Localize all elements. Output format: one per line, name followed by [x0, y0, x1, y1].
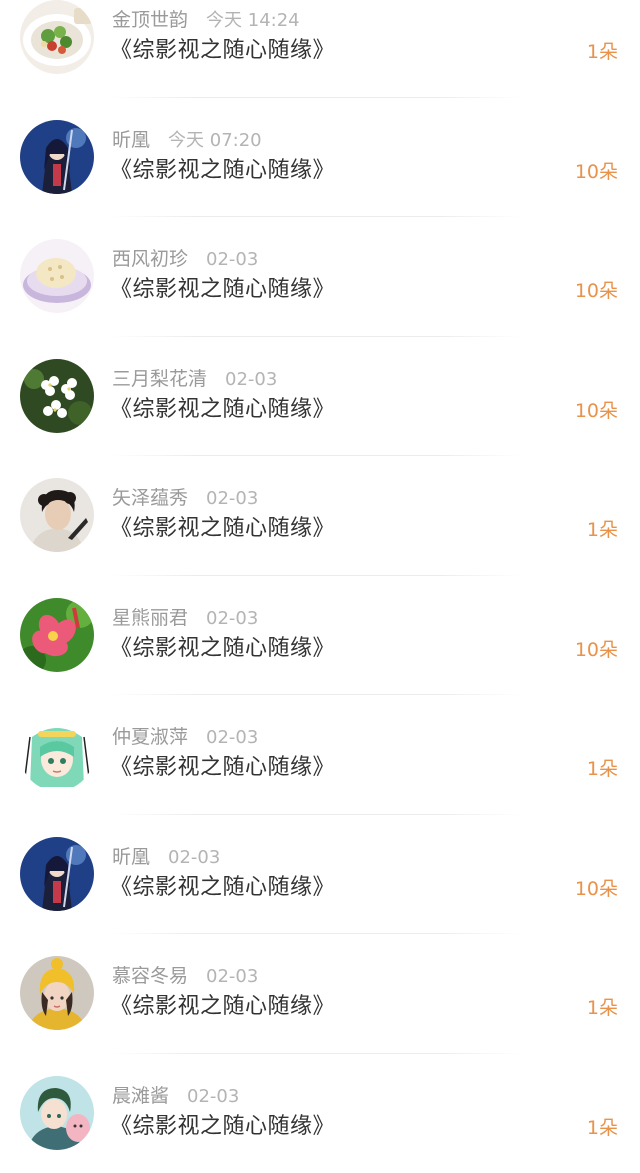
list-item[interactable]: 西风初珍 02-03 《综影视之随心随缘》 10朵: [0, 217, 640, 337]
timestamp: 02-03: [206, 727, 258, 748]
username[interactable]: 三月梨花清: [112, 368, 207, 390]
comment-text[interactable]: 《综影视之随心随缘》: [110, 275, 335, 305]
salad-dish-avatar[interactable]: [20, 0, 94, 74]
username[interactable]: 西风初珍: [112, 248, 188, 270]
timestamp: 02-03: [206, 488, 258, 509]
comment-text[interactable]: 《综影视之随心随缘》: [110, 992, 335, 1022]
comment-meta: 西风初珍 02-03: [112, 247, 258, 272]
list-item[interactable]: 昕凰 02-03 《综影视之随心随缘》 10朵: [0, 815, 640, 935]
list-item[interactable]: 矢泽蕴秀 02-03 《综影视之随心随缘》 1朵: [0, 456, 640, 576]
comment-meta: 矢泽蕴秀 02-03: [112, 486, 258, 511]
timestamp: 今天 14:24: [206, 10, 300, 31]
timestamp: 今天 07:20: [168, 130, 262, 151]
anime-green-hair-avatar[interactable]: [20, 717, 94, 791]
white-blossoms-avatar[interactable]: [20, 359, 94, 433]
comment-text[interactable]: 《综影视之随心随缘》: [110, 395, 335, 425]
gift-count: 1朵: [587, 1114, 618, 1142]
comment-meta: 三月梨花清 02-03: [112, 367, 277, 392]
anime-boy-avatar[interactable]: [20, 1076, 94, 1150]
comment-meta: 慕容冬易 02-03: [112, 964, 258, 989]
list-item[interactable]: 昕凰今天 07:20 《综影视之随心随缘》 10朵: [0, 98, 640, 218]
gift-count: 1朵: [587, 516, 618, 544]
list-item[interactable]: 星熊丽君 02-03 《综影视之随心随缘》 10朵: [0, 576, 640, 696]
timestamp: 02-03: [206, 966, 258, 987]
comment-meta: 晨滩酱 02-03: [112, 1084, 239, 1109]
pink-flower-avatar[interactable]: [20, 598, 94, 672]
username[interactable]: 晨滩酱: [112, 1085, 169, 1107]
comment-text[interactable]: 《综影视之随心随缘》: [110, 634, 335, 664]
timestamp: 02-03: [225, 369, 277, 390]
curly-hair-man-avatar[interactable]: [20, 478, 94, 552]
comment-meta: 星熊丽君 02-03: [112, 606, 258, 631]
girl-yellow-hat-avatar[interactable]: [20, 956, 94, 1030]
gift-count: 1朵: [587, 755, 618, 783]
username[interactable]: 昕凰: [112, 129, 150, 151]
comment-text[interactable]: 《综影视之随心随缘》: [110, 1112, 335, 1142]
gift-count: 10朵: [575, 397, 618, 425]
username[interactable]: 金顶世韵: [112, 9, 188, 31]
list-item[interactable]: 慕容冬易 02-03 《综影视之随心随缘》 1朵: [0, 934, 640, 1054]
timestamp: 02-03: [187, 1086, 239, 1107]
comment-meta: 金顶世韵今天 14:24: [112, 8, 300, 33]
gift-count: 10朵: [575, 158, 618, 186]
comment-text[interactable]: 《综影视之随心随缘》: [110, 156, 335, 186]
comment-meta: 仲夏淑萍 02-03: [112, 725, 258, 750]
cake-plate-avatar[interactable]: [20, 239, 94, 313]
gift-count: 1朵: [587, 38, 618, 66]
gift-count: 10朵: [575, 277, 618, 305]
list-item[interactable]: 金顶世韵今天 14:24 《综影视之随心随缘》 1朵: [0, 0, 640, 98]
comment-meta: 昕凰 02-03: [112, 845, 220, 870]
username[interactable]: 昕凰: [112, 846, 150, 868]
gift-count: 1朵: [587, 994, 618, 1022]
gift-count: 10朵: [575, 636, 618, 664]
list-item[interactable]: 三月梨花清 02-03 《综影视之随心随缘》 10朵: [0, 337, 640, 457]
timestamp: 02-03: [168, 847, 220, 868]
anime-swordswoman-avatar[interactable]: [20, 837, 94, 911]
comment-text[interactable]: 《综影视之随心随缘》: [110, 514, 335, 544]
comment-list: 金顶世韵今天 14:24 《综影视之随心随缘》 1朵 昕凰今天 07:20 《综…: [0, 0, 640, 1173]
gift-count: 10朵: [575, 875, 618, 903]
comment-meta: 昕凰今天 07:20: [112, 128, 262, 153]
timestamp: 02-03: [206, 608, 258, 629]
list-item[interactable]: 晨滩酱 02-03 《综影视之随心随缘》 1朵: [0, 1054, 640, 1173]
list-item[interactable]: 仲夏淑萍 02-03 《综影视之随心随缘》 1朵: [0, 695, 640, 815]
username[interactable]: 星熊丽君: [112, 607, 188, 629]
username[interactable]: 慕容冬易: [112, 965, 188, 987]
timestamp: 02-03: [206, 249, 258, 270]
comment-text[interactable]: 《综影视之随心随缘》: [110, 753, 335, 783]
comment-text[interactable]: 《综影视之随心随缘》: [110, 873, 335, 903]
username[interactable]: 矢泽蕴秀: [112, 487, 188, 509]
comment-text[interactable]: 《综影视之随心随缘》: [110, 36, 335, 66]
anime-swordswoman-avatar[interactable]: [20, 120, 94, 194]
username[interactable]: 仲夏淑萍: [112, 726, 188, 748]
